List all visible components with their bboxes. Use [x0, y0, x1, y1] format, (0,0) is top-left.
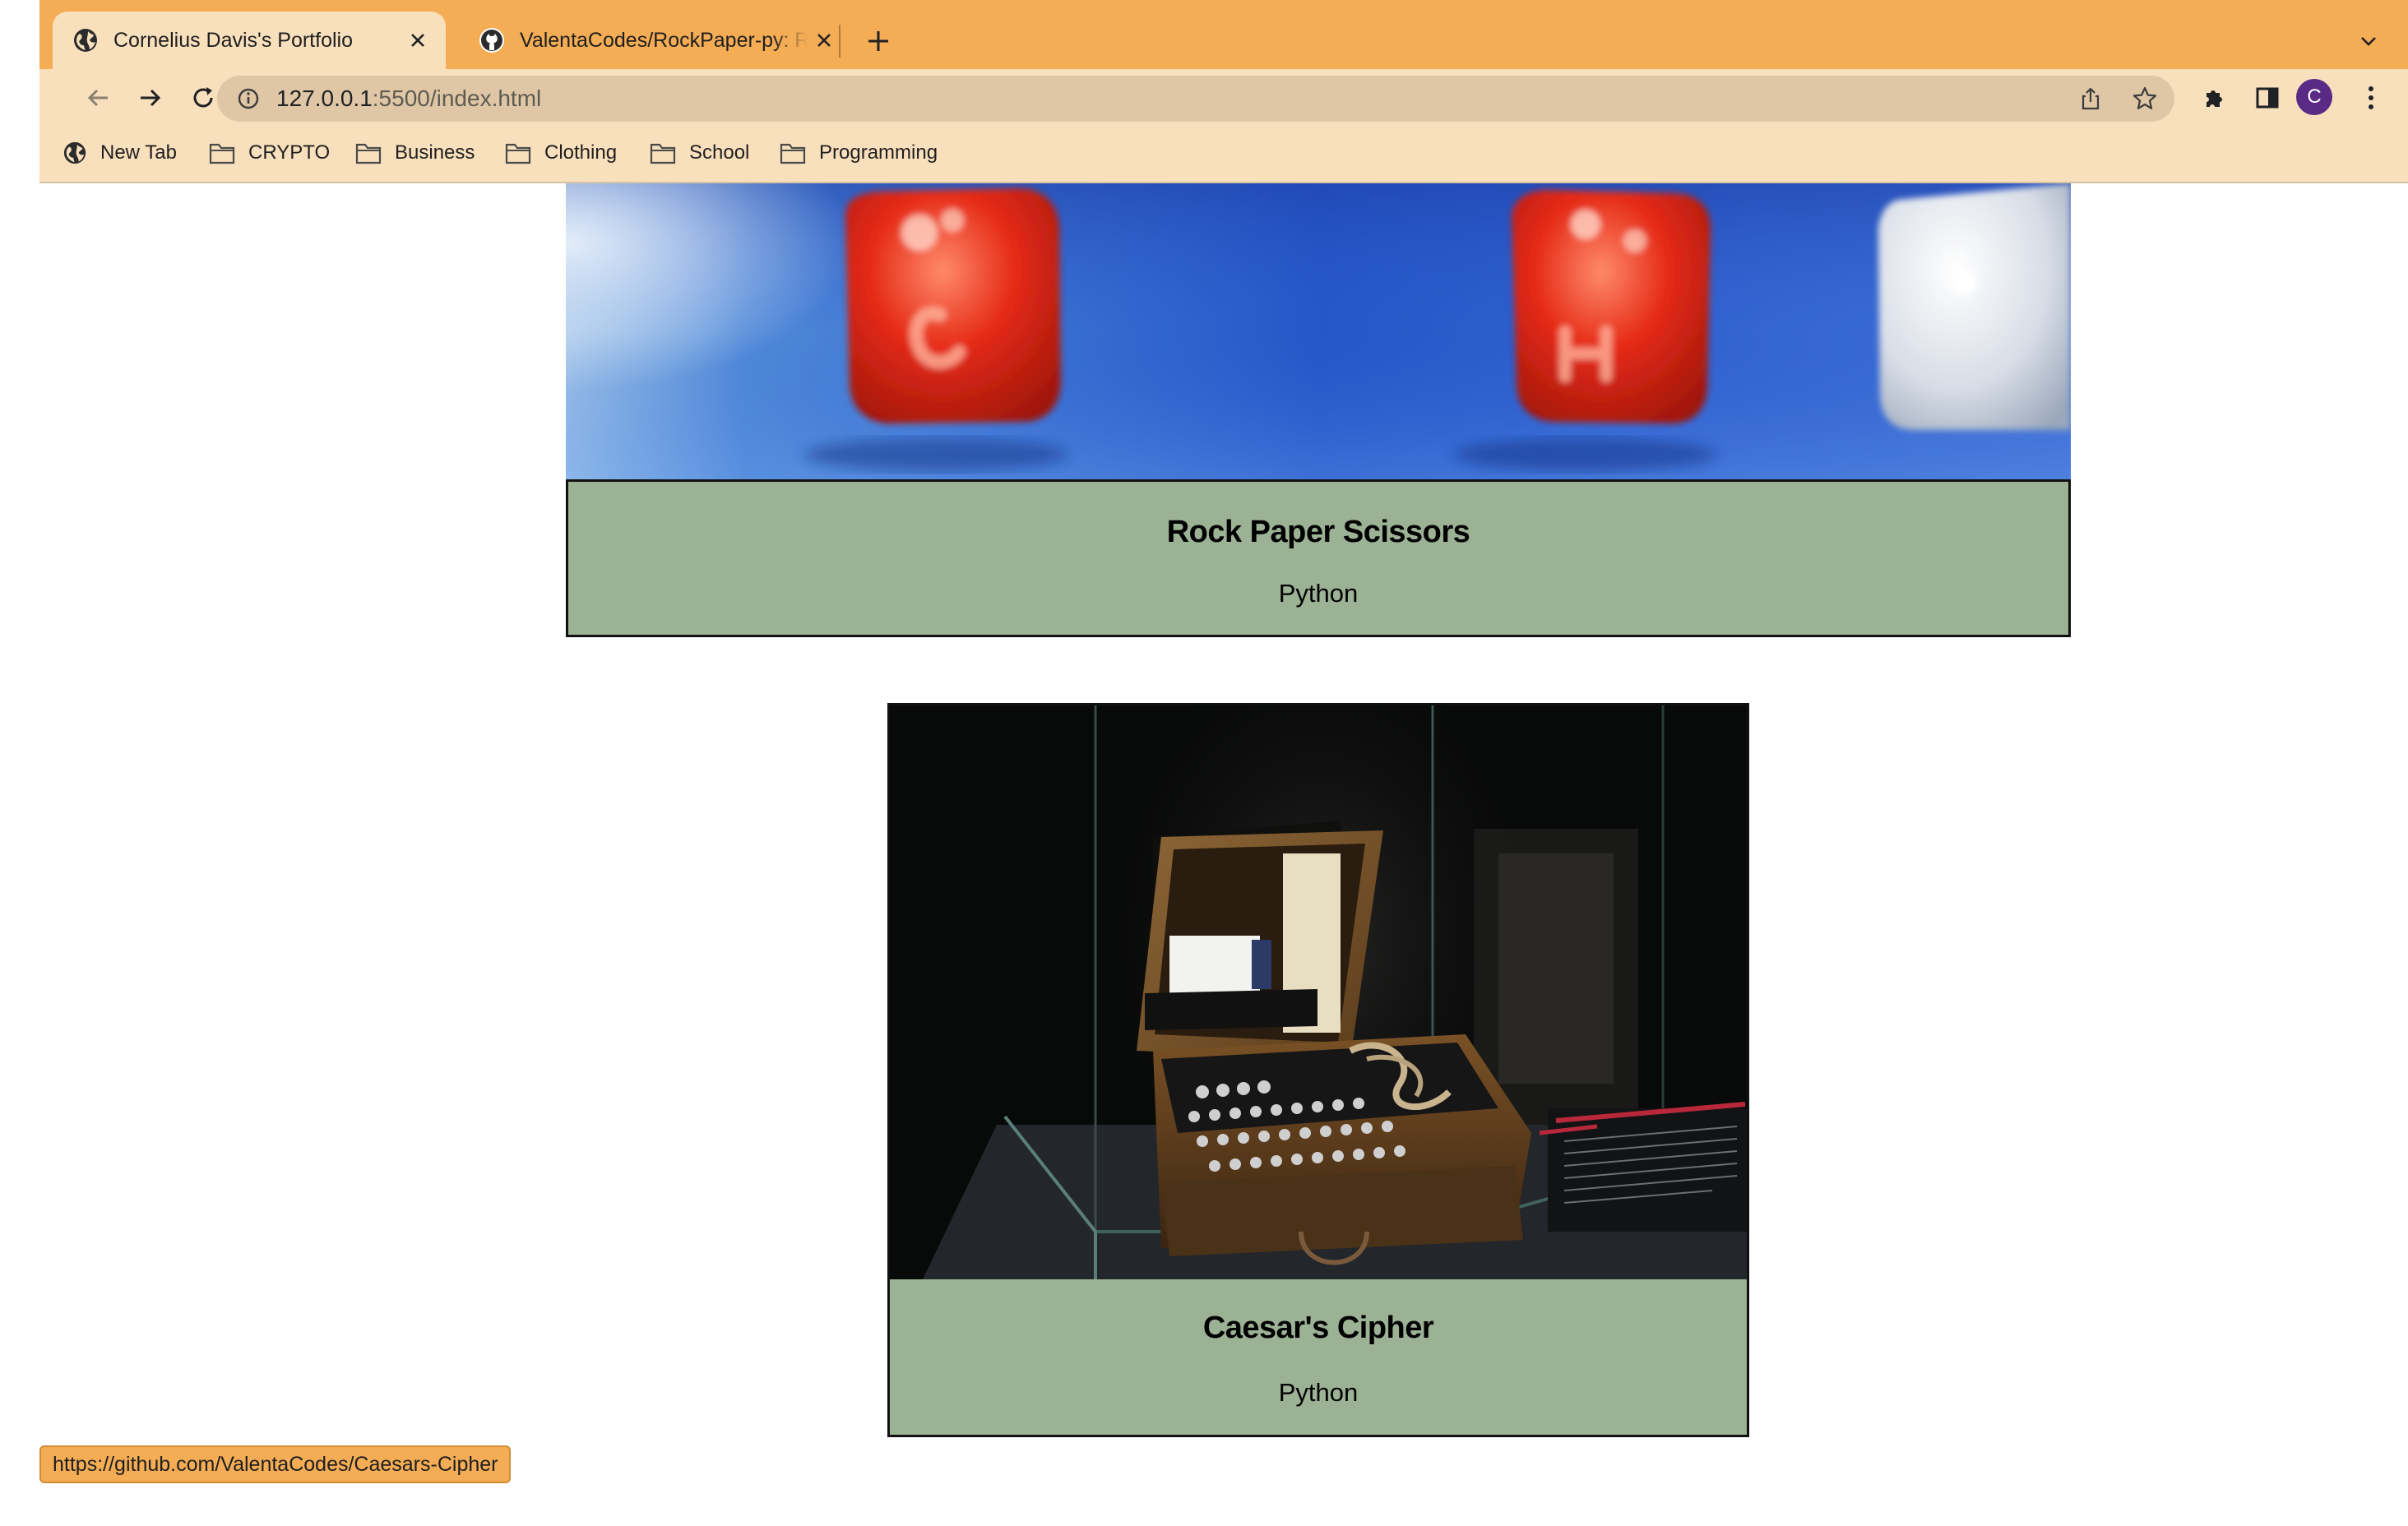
- tab-title: Cornelius Davis's Portfolio: [113, 28, 353, 52]
- bookmark-label: School: [689, 141, 750, 164]
- tab-strip: Cornelius Davis's Portfolio ValentaCodes…: [39, 0, 2408, 69]
- bookmark-folder-clothing[interactable]: Clothing: [505, 136, 617, 169]
- arrow-left-icon: [87, 89, 108, 107]
- bookmark-folder-crypto[interactable]: CRYPTO: [209, 136, 330, 169]
- side-panel-button[interactable]: [2247, 77, 2288, 118]
- bookmark-label: CRYPTO: [248, 141, 331, 164]
- address-bar[interactable]: 127.0.0.1:5500/index.html: [217, 76, 2174, 122]
- site-info-icon[interactable]: [234, 84, 263, 113]
- project-title: Rock Paper Scissors: [1166, 515, 1470, 549]
- globe-icon: [63, 141, 86, 164]
- bookmark-label: Business: [395, 141, 475, 164]
- status-bar-link-preview: https://github.com/ValentaCodes/Caesars-…: [39, 1445, 512, 1483]
- close-tab-icon[interactable]: [401, 24, 434, 57]
- folder-icon: [780, 143, 806, 164]
- github-icon: [479, 28, 504, 53]
- tab-search-button[interactable]: [2349, 21, 2388, 61]
- folder-icon: [209, 143, 235, 164]
- tab-title: ValentaCodes/RockPaper-py: R: [520, 28, 808, 52]
- caesar-cipher-card[interactable]: Caesar's Cipher Python: [887, 703, 1749, 1437]
- bookmark-star-icon[interactable]: [2128, 82, 2161, 115]
- bookmark-folder-programming[interactable]: Programming: [780, 136, 938, 169]
- project-language: Python: [1278, 1378, 1359, 1407]
- kebab-menu-icon: [2369, 86, 2373, 109]
- browser-chrome: Cornelius Davis's Portfolio ValentaCodes…: [39, 0, 2408, 183]
- project-language: Python: [1278, 579, 1359, 608]
- rps-project-image[interactable]: [566, 183, 2071, 479]
- caesar-cipher-image[interactable]: [890, 705, 1747, 1279]
- rps-project-caption[interactable]: Rock Paper Scissors Python: [566, 479, 2071, 637]
- folder-icon: [650, 143, 676, 164]
- bookmark-label: Clothing: [544, 141, 618, 164]
- project-title: Caesar's Cipher: [1202, 1311, 1434, 1345]
- bookmark-folder-business[interactable]: Business: [355, 136, 475, 169]
- arrow-right-icon: [141, 89, 161, 107]
- url-host: 127.0.0.1: [276, 86, 373, 111]
- toolbar: 127.0.0.1:5500/index.html C: [39, 69, 2408, 127]
- tab-separator: [839, 25, 840, 58]
- folder-icon: [505, 143, 531, 164]
- chevron-down-icon: [2361, 37, 2376, 46]
- bookmark-new-tab[interactable]: New Tab: [63, 136, 177, 169]
- browser-menu-button[interactable]: [2350, 77, 2392, 118]
- close-tab-icon[interactable]: [808, 24, 840, 57]
- url-path: :5500/index.html: [372, 86, 542, 111]
- back-button[interactable]: [77, 77, 118, 118]
- globe-icon: [74, 29, 97, 52]
- left-margin: [0, 0, 39, 1526]
- url-text[interactable]: 127.0.0.1:5500/index.html: [276, 76, 541, 122]
- reload-icon: [193, 87, 213, 108]
- bookmark-label: Programming: [819, 141, 938, 164]
- puzzle-icon: [2207, 90, 2222, 107]
- share-icon[interactable]: [2074, 82, 2107, 115]
- forward-button[interactable]: [130, 77, 171, 118]
- folder-icon: [355, 143, 382, 164]
- bookmarks-bar: New Tab CRYPTO Business Clothing School …: [39, 127, 2408, 181]
- extensions-button[interactable]: [2194, 77, 2235, 118]
- profile-avatar[interactable]: C: [2296, 79, 2332, 115]
- bookmark-label: New Tab: [100, 141, 177, 164]
- tab-portfolio[interactable]: Cornelius Davis's Portfolio: [53, 12, 446, 69]
- side-panel-icon: [2256, 87, 2279, 109]
- tab-github-repo[interactable]: ValentaCodes/RockPaper-py: R: [446, 12, 852, 69]
- plus-icon: [868, 31, 888, 51]
- bookmark-folder-school[interactable]: School: [650, 136, 749, 169]
- new-tab-button[interactable]: [859, 21, 898, 61]
